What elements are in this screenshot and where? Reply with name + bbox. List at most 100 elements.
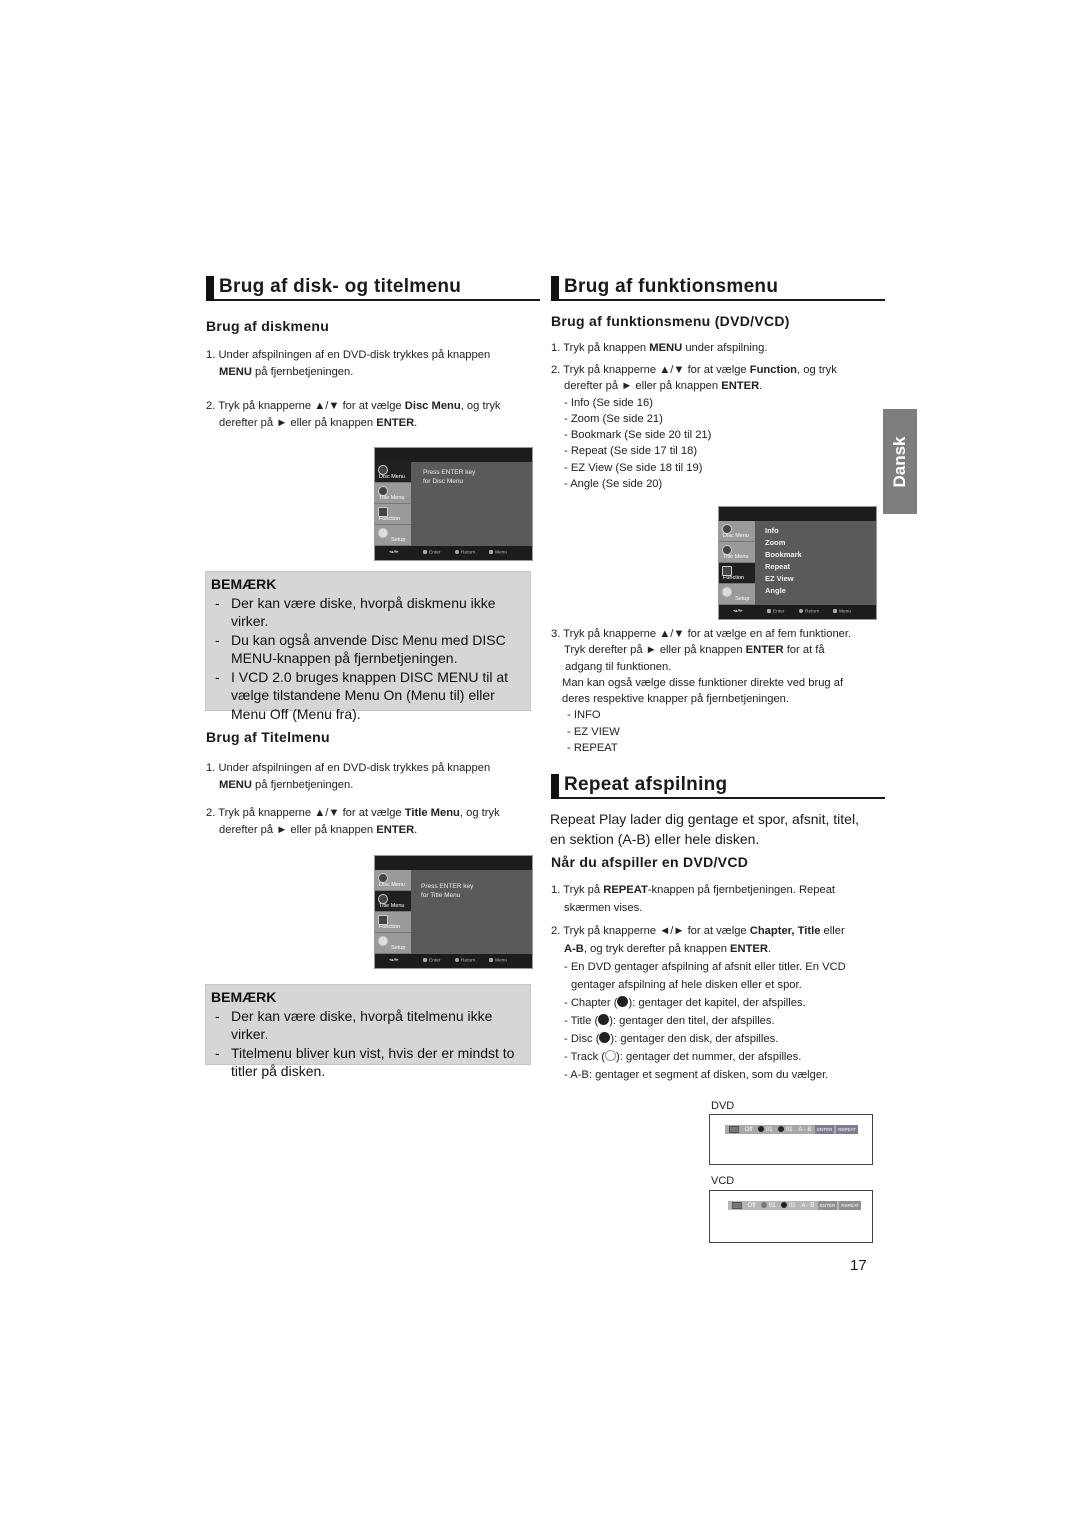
step-bold: ENTER [376, 824, 415, 836]
detail-line: - En DVD gentager afspilning af afsnit e… [564, 961, 846, 973]
ab-option: A - B [798, 1127, 812, 1133]
osd-footer: ◂▴▾▸ Enter Return Menu [719, 605, 876, 619]
funktion-step-3: 3. Tryk på knapperne ▲/▼ for at vælge en… [551, 626, 876, 756]
repeat-mode-chapter: - Chapter (): gentager det kapitel, der … [551, 994, 881, 1012]
mode-text: - Chapter ( [564, 997, 618, 1009]
enter-icon [767, 609, 771, 613]
osd-function-item: EZ View [765, 574, 794, 583]
dpad-icon: ◂▴▾▸ [389, 958, 399, 963]
gear-icon [722, 587, 732, 597]
vcd-repeat-display: Off 01 01 A - B ENTER REPEAT [709, 1190, 873, 1243]
section-title-text: Repeat afspilning [564, 774, 728, 795]
step-text: , og tryk derefter på knappen [583, 943, 731, 955]
disc-icon [781, 1202, 788, 1209]
diskmenu-step-2: 2. Tryk på knapperne ▲/▼ for at vælge Di… [206, 398, 526, 432]
step-text: skærmen vises. [564, 902, 643, 914]
osd-function-item: Bookmark [765, 550, 802, 559]
footer-label: Return [805, 609, 820, 615]
step-text: 1. Under afspilningen af en DVD-disk try… [206, 349, 491, 361]
gear-icon [378, 936, 388, 946]
tab-label: Setup [735, 596, 750, 602]
section-title-disk-titelmenu: Brug af disk- og titelmenu [206, 275, 540, 301]
footer-label: Return [461, 550, 476, 556]
step-text: på fjernbetjeningen. [251, 366, 354, 378]
note-item: Du kan også anvende Disc Menu med DISC M… [211, 631, 526, 668]
menu-icon [489, 958, 493, 962]
repeat-chip: REPEAT [836, 1125, 858, 1134]
tab-label: Disc Menu [723, 533, 749, 539]
step-bold: A-B [564, 943, 584, 955]
funktion-step-2: 2. Tryk på knapperne ▲/▼ for at vælge Fu… [551, 362, 876, 492]
osd-function-menu-screenshot: Disc Menu Title Menu Function Setup Info… [718, 506, 877, 620]
title-repeat-icon [598, 1014, 610, 1025]
step-text: , og tryk [797, 364, 837, 376]
tv-icon [732, 1201, 742, 1209]
footer-label: Enter [429, 550, 441, 556]
intro-line: Repeat Play lader dig gentage et spor, a… [550, 811, 859, 827]
function-reference: - Zoom (Se side 21) [564, 412, 663, 425]
footer-label: Enter [773, 609, 785, 615]
repeat-status-bar: Off 01 01 A - B ENTER REPEAT [728, 1201, 861, 1210]
chapter-icon [758, 1126, 765, 1133]
osd-top-bar [375, 856, 532, 870]
osd-message: Press ENTER key for Title Menu [421, 882, 473, 900]
tab-label: Setup [391, 945, 406, 951]
repeat-mode-disc: - Disc (): gentager den disk, der afspil… [551, 1030, 881, 1048]
step-text: . [414, 417, 418, 429]
function-reference: - EZ View (Se side 18 til 19) [564, 461, 703, 474]
track-repeat-icon [605, 1050, 617, 1061]
function-reference: - Bookmark (Se side 20 til 21) [564, 429, 712, 442]
detail-line: gentager afspilning af hele disken eller… [571, 979, 802, 991]
dvd-repeat-display: Off 01 01 A - B ENTER REPEAT [709, 1114, 873, 1165]
language-label: Dansk [890, 435, 909, 488]
section-title-repeat: Repeat afspilning [551, 773, 885, 799]
tab-label: Function [723, 575, 745, 581]
osd-title-menu-screenshot: Disc Menu Title Menu Function Setup Pres… [374, 855, 533, 969]
note-title: BEMÆRK [211, 576, 277, 592]
osd-tab-function: Function [375, 912, 411, 933]
step-text: for at få [783, 644, 825, 657]
osd-function-item: Repeat [765, 562, 791, 571]
mode-text: - Track ( [564, 1051, 606, 1063]
step-text: , og tryk [460, 400, 501, 412]
enter-icon [423, 958, 427, 962]
return-icon [455, 958, 459, 962]
tab-label: Disc Menu [379, 882, 405, 888]
osd-disc-menu-screenshot: Disc Menu Title Menu Function Setup Pres… [374, 447, 533, 561]
titelmenu-step-1: 1. Under afspilningen af en DVD-disk try… [206, 760, 526, 794]
tab-label: Setup [391, 537, 406, 543]
direct-button-list: - INFO - EZ VIEW - REPEAT [551, 707, 876, 756]
step-bold: Disc Menu [404, 400, 461, 412]
osd-sidebar: Disc Menu Title Menu Function Setup [719, 521, 755, 605]
section-title-text: Brug af funktionsmenu [564, 276, 779, 297]
note-item: Der kan være diske, hvorpå titelmenu ikk… [211, 1007, 526, 1044]
enter-icon [423, 550, 427, 554]
tab-label: Disc Menu [379, 474, 405, 480]
heading-funktionsmenu-dvd-vcd: Brug af funktionsmenu (DVD/VCD) [551, 313, 790, 329]
function-reference-list: - Info (Se side 16) - Zoom (Se side 21) … [551, 395, 876, 493]
disc-repeat-icon [599, 1032, 611, 1043]
mode-text: - Title ( [564, 1015, 599, 1027]
gear-icon [378, 528, 388, 538]
step-text: 2. Tryk på knapperne ▲/▼ for at vælge [206, 807, 405, 819]
step-bold: ENTER [376, 417, 415, 429]
osd-function-list: Info Zoom Bookmark Repeat EZ View Angle [765, 525, 802, 597]
step-text: 1. Tryk på [551, 884, 604, 896]
return-icon [799, 609, 803, 613]
mode-text: ): gentager den titel, der afspilles. [609, 1015, 775, 1027]
heading-diskmenu: Brug af diskmenu [206, 318, 330, 334]
dpad-icon: ◂▴▾▸ [389, 550, 399, 555]
tv-icon [729, 1125, 739, 1133]
osd-tab-setup: Setup [375, 933, 411, 954]
tab-label: Function [379, 516, 401, 522]
step-text: derefter på ► eller på knappen [219, 417, 377, 429]
step-bold: ENTER [730, 943, 768, 955]
heading-dvd-vcd: Når du afspiller en DVD/VCD [551, 854, 749, 870]
osd-function-item: Zoom [765, 538, 786, 547]
repeat-mode-title: - Title ( ): gentager den titel, der afsp… [551, 1012, 881, 1030]
footer-label: Menu [495, 958, 507, 964]
step-text: derefter på ► eller på knappen [219, 824, 377, 836]
intro-line: en sektion (A-B) eller hele disken. [550, 831, 760, 847]
step-text: . [414, 824, 418, 836]
step-bold: MENU [649, 342, 683, 354]
